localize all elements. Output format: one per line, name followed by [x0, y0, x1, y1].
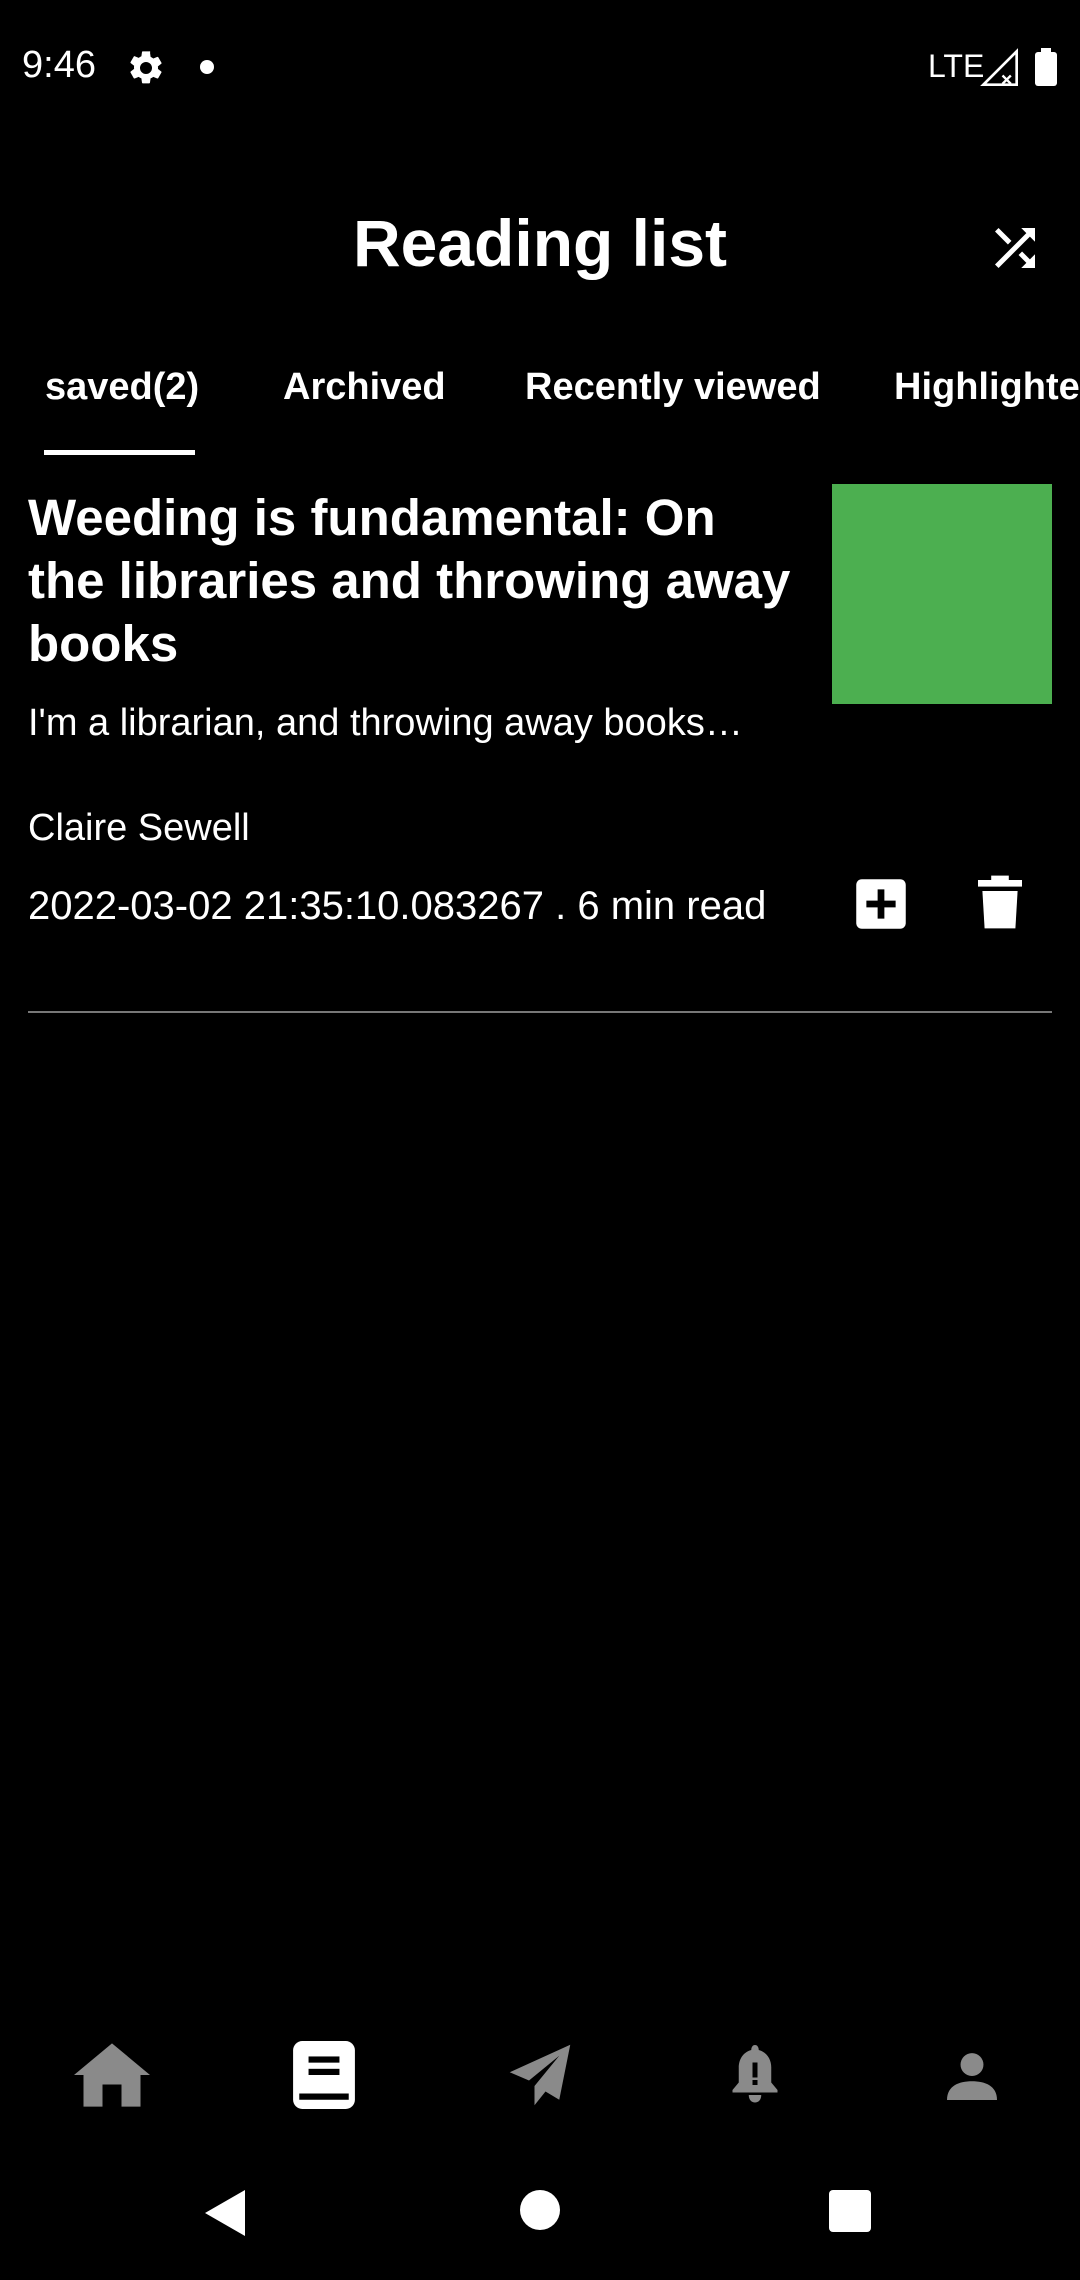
reading-list-tabs: saved(2) Archived Recently viewed Highli…: [0, 360, 1080, 460]
recent-apps-icon[interactable]: [829, 2190, 871, 2232]
article-excerpt: I'm a librarian, and throwing away books…: [28, 702, 743, 744]
article-card[interactable]: Weeding is fundamental: On the libraries…: [28, 482, 1052, 1012]
article-meta: 2022-03-02 21:35:10.083267 . 6 min read: [28, 884, 767, 928]
nav-send[interactable]: [500, 2040, 580, 2110]
nav-reading-list[interactable]: [284, 2040, 364, 2110]
gear-icon: [130, 51, 162, 84]
article-title[interactable]: Weeding is fundamental: On the libraries…: [28, 486, 798, 675]
article-divider: [28, 1011, 1052, 1013]
nav-notifications[interactable]: [715, 2040, 795, 2110]
tab-saved[interactable]: saved(2): [45, 366, 199, 409]
article-author: Claire Sewell: [28, 807, 250, 849]
status-bar: 9:46 LTE: [0, 0, 1080, 134]
page-title: Reading list: [352, 206, 728, 280]
home-icon: [74, 2043, 150, 2107]
tab-archived[interactable]: Archived: [283, 366, 446, 409]
person-icon: [947, 2053, 997, 2100]
back-icon[interactable]: [205, 2190, 247, 2236]
signal-icon: [980, 48, 1018, 86]
plus-square-icon[interactable]: [854, 877, 908, 931]
tab-selected-indicator: [44, 450, 195, 455]
notification-dot-icon: [200, 60, 214, 74]
system-navigation-bar: [0, 2160, 1080, 2280]
home-circle-icon[interactable]: [520, 2190, 560, 2230]
battery-icon: [1035, 48, 1057, 86]
shuffle-icon[interactable]: [985, 218, 1045, 278]
reading-list-screen: 9:46 LTE Reading list saved(2) Archived …: [0, 0, 1080, 2280]
trash-icon[interactable]: [978, 875, 1022, 929]
status-time: 9:46: [22, 44, 96, 86]
tab-highlighted[interactable]: Highlighted: [894, 366, 1080, 409]
article-thumbnail[interactable]: [832, 484, 1052, 704]
nav-profile[interactable]: [932, 2040, 1012, 2110]
bottom-navigation: [0, 2020, 1080, 2120]
book-icon: [293, 2041, 355, 2109]
tab-recently-viewed[interactable]: Recently viewed: [525, 366, 821, 409]
nav-home[interactable]: [72, 2040, 152, 2110]
bell-icon: [732, 2045, 778, 2103]
send-icon: [509, 2044, 571, 2106]
network-label: LTE: [928, 48, 985, 84]
